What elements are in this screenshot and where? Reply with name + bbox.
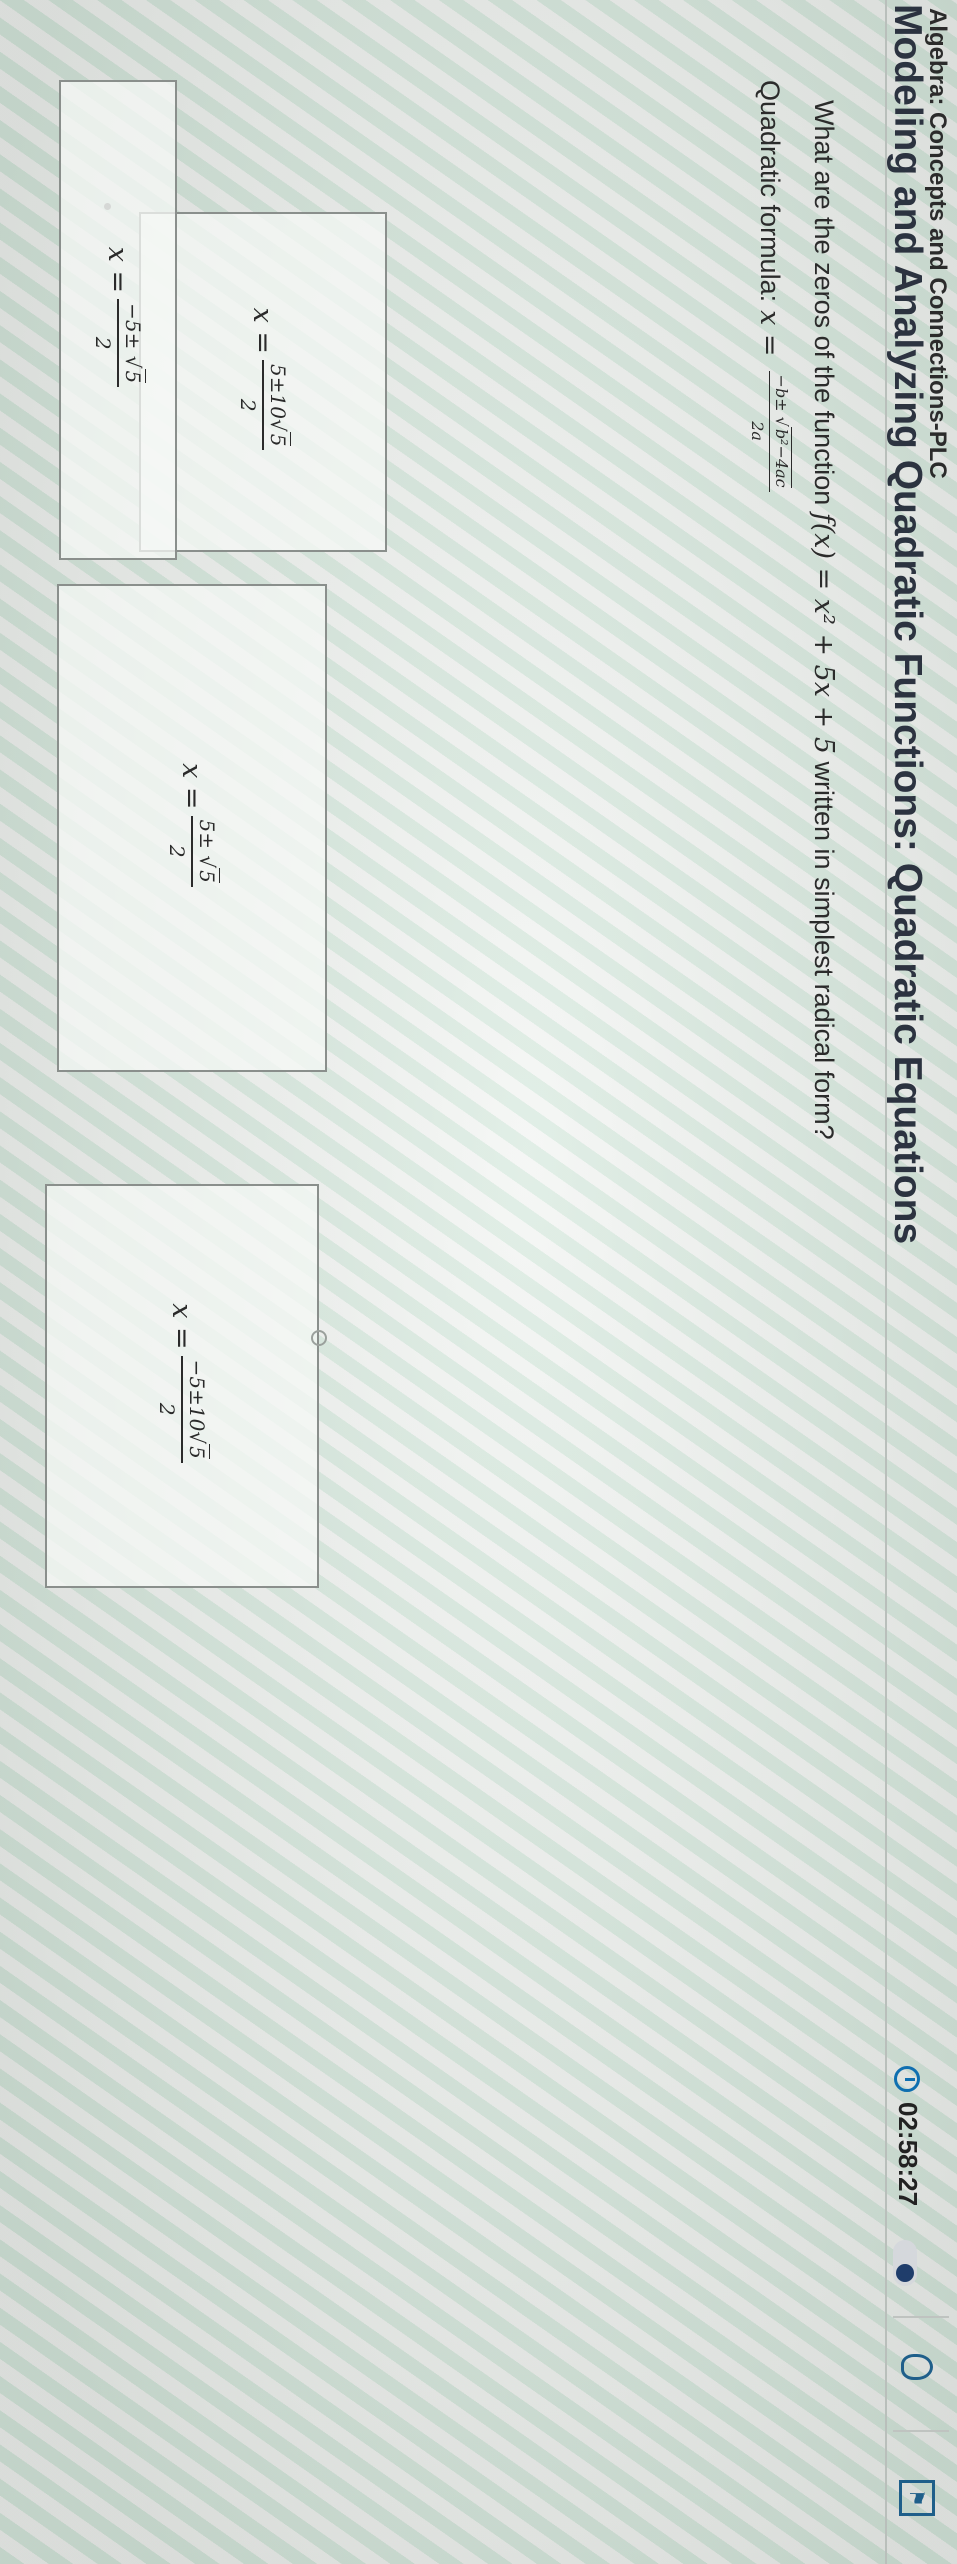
- choice-fraction: 5± √5 2: [165, 815, 220, 887]
- answer-choice-b[interactable]: x = 5± √5 2: [57, 584, 327, 1072]
- toggle-knob: [896, 2264, 914, 2282]
- quadratic-formula: Quadratic formula: x = −b± √b²−4ac 2a: [748, 80, 792, 498]
- divider: [893, 2316, 949, 2318]
- formula-lhs: x =: [754, 310, 785, 357]
- choice-lhs: x =: [166, 1303, 198, 1350]
- question-prefix: What are the zeros of the function: [809, 100, 839, 513]
- choice-den: 2: [236, 398, 260, 412]
- radical-icon: √: [195, 855, 219, 869]
- question-function: f(x) = x² + 5x + 5: [808, 512, 839, 755]
- choice-num: 5±10: [266, 364, 290, 419]
- choice-num: −5±: [121, 303, 145, 356]
- timer: 02:58:27: [892, 2066, 923, 2206]
- choice-radicand: 5: [195, 868, 220, 883]
- flag-icon[interactable]: ⚑: [899, 2480, 935, 2516]
- choice-lhs: x =: [247, 307, 279, 354]
- radical-icon: √: [266, 418, 290, 432]
- formula-denominator: 2a: [748, 421, 767, 441]
- choice-fraction: 5±10√5 2: [236, 360, 291, 451]
- formula-label: Quadratic formula:: [755, 80, 785, 303]
- timer-toggle[interactable]: [893, 2240, 917, 2286]
- choice-num: 5±: [195, 819, 219, 856]
- question-suffix: written in simplest radical form?: [809, 754, 839, 1140]
- question-text: What are the zeros of the function f(x) …: [808, 100, 839, 1140]
- divider: [893, 2430, 949, 2432]
- choice-radicand: 5: [185, 1444, 210, 1459]
- choice-lhs: x =: [102, 246, 134, 294]
- choice-fraction: −5±10√5 2: [155, 1355, 210, 1463]
- choice-den: 2: [91, 336, 115, 350]
- choice-radicand: 5: [121, 368, 146, 384]
- answer-choice-c[interactable]: x = −5±10√5 2: [45, 1184, 319, 1588]
- answer-choice-d[interactable]: x = −5± √5 2: [59, 80, 177, 560]
- choice-fraction: −5± √5 2: [91, 299, 146, 388]
- choice-den: 2: [155, 1402, 179, 1416]
- formula-fraction: −b± √b²−4ac 2a: [748, 370, 792, 492]
- header-divider: [885, 0, 887, 2564]
- formula-numerator-pre: −b±: [772, 374, 791, 417]
- stopwatch-icon: [894, 2066, 921, 2092]
- radical-icon: √: [121, 355, 145, 369]
- choice-num: −5±10: [185, 1359, 209, 1432]
- answer-radio-c[interactable]: [311, 1330, 327, 1346]
- page-content: Algebra: Concepts and Connections-PLC Mo…: [0, 0, 957, 2564]
- formula-radicand: b²−4ac: [772, 426, 792, 488]
- timer-text: 02:58:27: [893, 2102, 923, 2207]
- choice-lhs: x =: [176, 763, 208, 810]
- formula-numerator: −b± √b²−4ac: [769, 370, 792, 492]
- lightbulb-icon[interactable]: [901, 2354, 933, 2380]
- radical-icon: √: [772, 416, 791, 427]
- choice-den: 2: [165, 844, 189, 858]
- radical-icon: √: [185, 1431, 209, 1445]
- choice-radicand: 5: [266, 431, 291, 447]
- unit-title: Modeling and Analyzing Quadratic Functio…: [886, 4, 929, 1245]
